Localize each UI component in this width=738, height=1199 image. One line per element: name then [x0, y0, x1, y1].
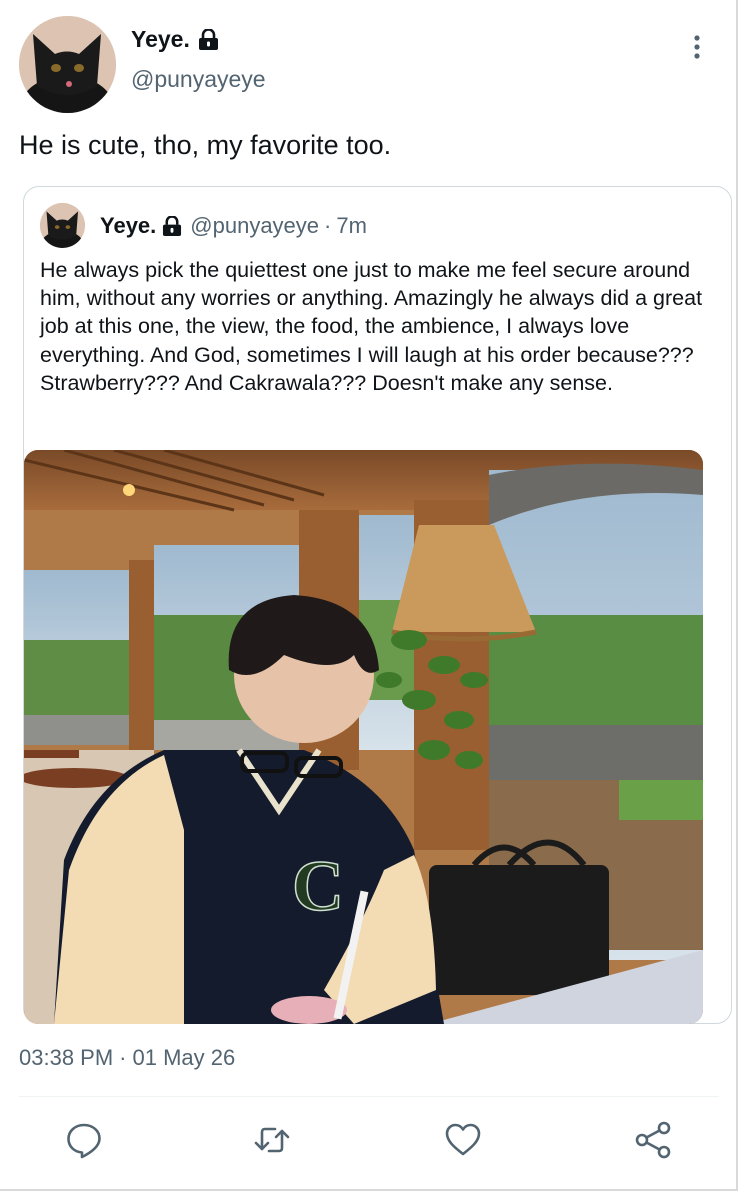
svg-text:C: C [292, 846, 344, 926]
tweet-timestamp[interactable]: 03:38 PM · 01 May 26 [19, 1045, 235, 1071]
reply-icon[interactable] [65, 1121, 103, 1159]
author-display-name[interactable]: Yeye. [131, 26, 190, 53]
quoted-header: Yeye. @punyayeye · 7m [100, 213, 367, 239]
share-icon[interactable] [634, 1121, 672, 1159]
divider [19, 1096, 719, 1097]
timestamp-date: 01 May 26 [132, 1045, 236, 1070]
quoted-time: 7m [336, 213, 367, 238]
timestamp-time: 03:38 PM [19, 1045, 114, 1070]
author-name-row[interactable]: Yeye. [131, 26, 219, 53]
separator-dot: · [119, 1045, 127, 1070]
lock-icon [162, 214, 182, 237]
separator-dot: · [324, 213, 332, 238]
more-options-icon[interactable] [690, 34, 704, 60]
author-avatar[interactable] [19, 16, 116, 113]
tweet-text: He is cute, tho, my favorite too. [19, 130, 392, 160]
like-icon[interactable] [444, 1121, 482, 1159]
quoted-author-avatar [40, 203, 85, 248]
quoted-tweet[interactable]: Yeye. @punyayeye · 7m He always pick the… [23, 186, 732, 1024]
quoted-handle: @punyayeye [190, 213, 320, 238]
retweet-icon[interactable] [253, 1121, 291, 1159]
quoted-text: He always pick the quiettest one just to… [40, 258, 703, 395]
lock-icon [198, 27, 219, 51]
author-handle[interactable]: @punyayeye [131, 66, 266, 93]
quoted-display-name: Yeye. [100, 213, 157, 238]
quoted-photo[interactable]: C [24, 450, 703, 1024]
